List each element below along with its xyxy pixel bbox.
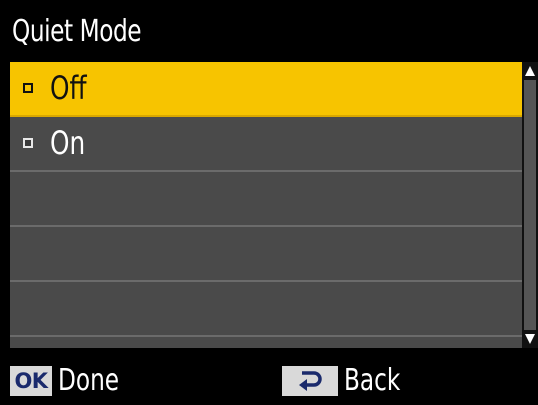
option-label: On [50,124,86,162]
scrollbar[interactable] [522,62,538,348]
footer-bar: OK Done Back [0,348,538,405]
options-list: Off On [10,62,522,348]
empty-row [10,282,522,337]
done-label: Done [58,363,120,398]
screen-title: Quiet Mode [12,13,142,49]
option-on[interactable]: On [10,117,522,172]
scroll-down-arrow-icon[interactable] [525,334,535,344]
empty-row [10,227,522,282]
option-off[interactable]: Off [10,62,522,117]
back-label: Back [344,363,401,398]
back-key-icon[interactable] [282,366,338,396]
scroll-up-arrow-icon[interactable] [525,66,535,76]
title-bar: Quiet Mode [0,0,538,62]
scroll-track[interactable] [524,80,536,330]
ok-key-icon[interactable]: OK [10,366,52,396]
option-bullet-icon [23,138,33,148]
empty-row [10,172,522,227]
option-label: Off [50,69,87,107]
option-bullet-icon [23,83,33,93]
lcd-screen: Quiet Mode Off On OK Done Back [0,0,538,405]
return-arrow-icon [299,371,322,391]
